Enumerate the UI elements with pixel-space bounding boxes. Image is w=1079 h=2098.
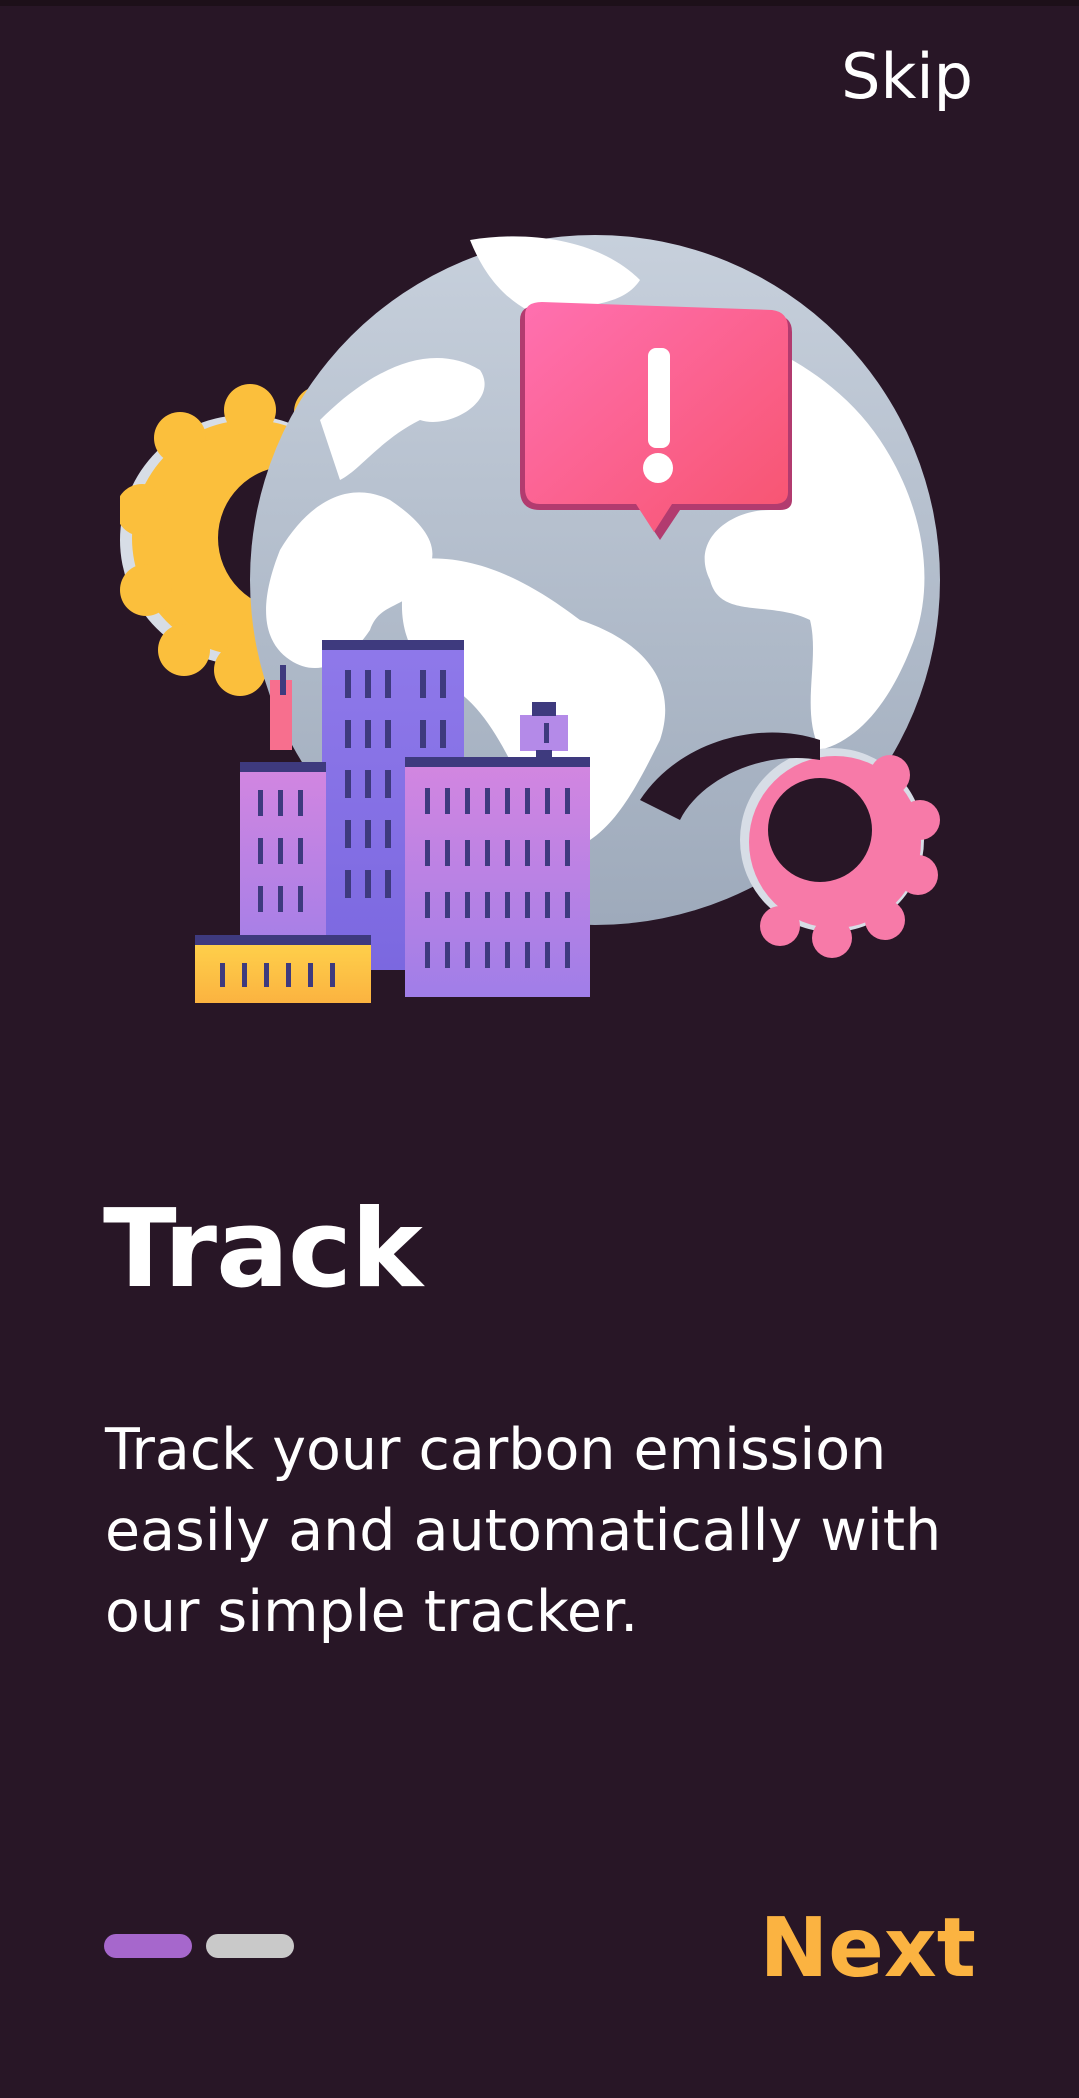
alert-speech-bubble-icon — [520, 302, 792, 540]
page-indicator-dot — [206, 1934, 294, 1958]
onboarding-title: Track — [103, 1187, 423, 1312]
onboarding-screen: Skip Track Track your carbon emission ea… — [0, 0, 1079, 2098]
next-button[interactable]: Next — [760, 1900, 976, 1998]
carbon-tracking-illustration — [120, 235, 940, 1003]
page-indicator-dot-active — [104, 1934, 192, 1958]
onboarding-description: Track your carbon emission easily and au… — [105, 1417, 942, 1645]
page-indicator — [104, 1934, 294, 1958]
skip-button[interactable]: Skip — [841, 40, 973, 114]
status-bar-strip — [0, 0, 1079, 6]
